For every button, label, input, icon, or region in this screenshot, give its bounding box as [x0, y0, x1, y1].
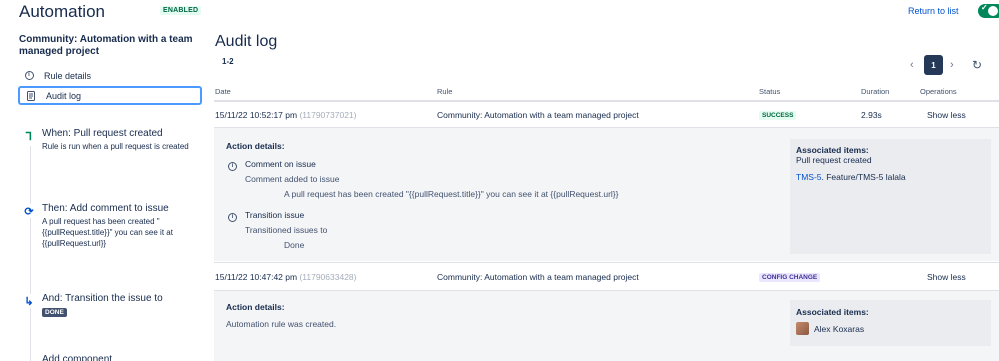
associated-items-subtitle: Pull request created [796, 155, 872, 165]
action-details-text: Automation rule was created. [226, 319, 337, 329]
issue-summary: . Feature/TMS-5 lalala [821, 172, 906, 182]
nav-item-audit-log[interactable]: Audit log [18, 86, 202, 105]
row-id: (11790633428) [299, 272, 357, 282]
status-badge-config-change: CONFIG CHANGE [759, 273, 821, 282]
associated-issue: TMS-5. Feature/TMS-5 lalala [796, 172, 906, 182]
associated-items-heading: Associated items: [796, 145, 869, 155]
header-divider [214, 100, 999, 102]
row-date: 15/11/22 10:47:42 pm (11790633428) [215, 272, 356, 282]
chevron-left-icon[interactable]: ‹ [910, 59, 914, 71]
return-to-list-link[interactable]: Return to list [908, 6, 959, 16]
step-add-component[interactable]: Add component [22, 353, 202, 361]
step-title: When: Pull request created [42, 128, 163, 139]
row-date: 15/11/22 10:52:17 pm (11790737021) [215, 110, 356, 120]
action-value: A pull request has been created "{{pullR… [284, 189, 619, 199]
step-title: Then: Add comment to issue [42, 203, 169, 214]
transition-icon: ↳ [22, 294, 36, 308]
refresh-icon[interactable]: ↻ [972, 58, 982, 72]
step-trigger[interactable]: ⅂ When: Pull request created Rule is run… [22, 127, 202, 152]
nav-item-label: Audit log [46, 90, 82, 101]
action-value: Done [284, 240, 305, 250]
associated-items-heading: Associated items: [796, 307, 869, 317]
page-1-button[interactable]: 1 [924, 55, 943, 75]
rule-name: Community: Automation with a team manage… [19, 34, 193, 57]
action-subtitle: Comment added to issue [245, 174, 340, 184]
action-subtitle: Transitioned issues to [245, 225, 328, 235]
step-title: Add component [42, 354, 113, 361]
page-title: Automation [19, 2, 105, 21]
show-less-button[interactable]: Show less [927, 272, 966, 282]
step-description: A pull request has been created "{{pullR… [42, 217, 173, 248]
enabled-badge: ENABLED [160, 6, 202, 15]
action-details-heading: Action details: [226, 141, 285, 151]
toggle-knob [988, 6, 998, 16]
row-rule: Community: Automation with a team manage… [437, 272, 639, 282]
info-icon: i [24, 71, 34, 81]
info-icon: i [228, 210, 237, 222]
audit-log-title: Audit log [215, 33, 278, 50]
column-header-status: Status [759, 87, 781, 96]
result-count: 1-2 [222, 57, 234, 66]
row-id: (11790737021) [299, 110, 357, 120]
step-description: Rule is run when a pull request is creat… [42, 142, 189, 151]
rule-enabled-toggle[interactable]: ✓ [978, 3, 999, 18]
action-title: Transition issue [245, 210, 305, 220]
step-add-comment[interactable]: ⟳ Then: Add comment to issue A pull requ… [22, 202, 202, 249]
column-header-operations: Operations [920, 87, 957, 96]
refresh-action-icon: ⟳ [22, 204, 36, 218]
row-divider [214, 262, 999, 263]
row-rule: Community: Automation with a team manage… [437, 110, 639, 120]
nav-item-label: Rule details [44, 70, 92, 81]
nav-item-rule-details[interactable]: i Rule details [18, 66, 202, 85]
column-header-duration: Duration [861, 87, 890, 96]
row-duration: 2.93s [861, 110, 882, 120]
flow-connector [30, 146, 31, 361]
document-icon [26, 90, 36, 101]
issue-link[interactable]: TMS-5 [796, 172, 822, 182]
action-title: Comment on issue [245, 159, 316, 169]
chevron-right-icon[interactable]: › [950, 59, 954, 71]
action-details-heading: Action details: [226, 302, 285, 312]
avatar [796, 322, 809, 335]
show-less-button[interactable]: Show less [927, 110, 966, 120]
status-badge: DONE [42, 308, 67, 317]
status-badge-success: SUCCESS [759, 111, 797, 120]
check-icon: ✓ [981, 3, 988, 12]
row-date-value: 15/11/22 10:52:17 pm [215, 110, 298, 120]
info-icon: i [228, 159, 237, 171]
step-title: And: Transition the issue to [42, 293, 163, 304]
associated-user[interactable]: Alex Koxaras [814, 324, 864, 334]
column-header-rule: Rule [437, 87, 453, 96]
step-transition[interactable]: ↳ And: Transition the issue to DONE [22, 292, 202, 317]
branch-icon: ⅂ [22, 129, 36, 143]
row-date-value: 15/11/22 10:47:42 pm [215, 272, 298, 282]
column-header-date: Date [215, 87, 231, 96]
